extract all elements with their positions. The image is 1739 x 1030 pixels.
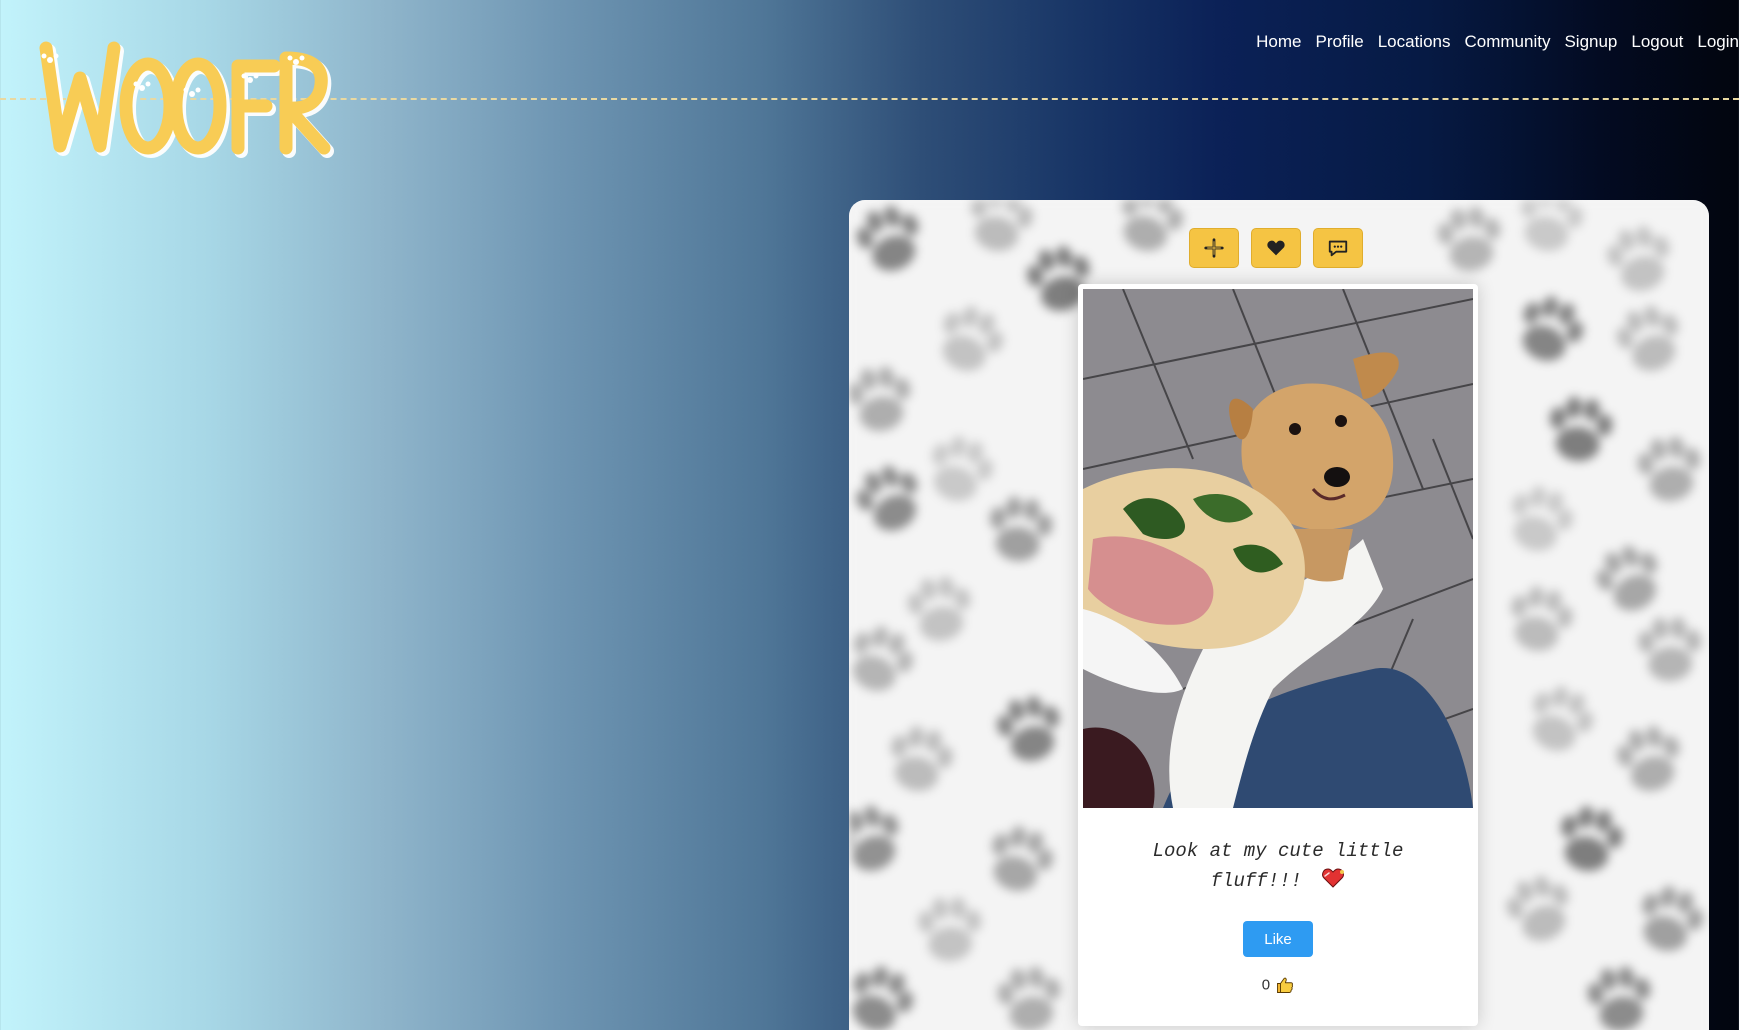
thumbs-up-icon [1277, 977, 1294, 993]
nav-logout[interactable]: Logout [1631, 32, 1683, 52]
nav-community[interactable]: Community [1464, 32, 1550, 52]
feed-panel: Look at my cute little fluff!!! Like 0 [849, 200, 1709, 1030]
comment-icon [1328, 240, 1348, 257]
post-toolbar [849, 228, 1706, 268]
caption-line-1: Look at my cute little [1152, 840, 1404, 862]
post-card: Look at my cute little fluff!!! Like 0 [1078, 284, 1478, 1026]
nav-home[interactable]: Home [1256, 32, 1301, 52]
nav-locations[interactable]: Locations [1378, 32, 1451, 52]
plus-icon [1204, 238, 1224, 258]
nav-login[interactable]: Login [1697, 32, 1739, 52]
nav-profile[interactable]: Profile [1316, 32, 1364, 52]
woofr-logo[interactable] [38, 18, 358, 168]
caption-line-2: fluff!!! [1210, 870, 1302, 892]
post-photo[interactable] [1083, 289, 1473, 808]
like-count: 0 [1261, 976, 1271, 994]
heart-icon [1267, 240, 1285, 256]
favorites-button[interactable] [1251, 228, 1301, 268]
main-nav: Home Profile Locations Community Signup … [1256, 32, 1739, 52]
nav-signup[interactable]: Signup [1564, 32, 1617, 52]
post-caption: Look at my cute little fluff!!! [1098, 836, 1458, 896]
dog-photo [1083, 289, 1473, 808]
logo-image [39, 41, 334, 158]
like-button[interactable]: Like [1243, 921, 1313, 957]
heart-emoji [1322, 868, 1345, 888]
like-count-row: 0 [1078, 976, 1478, 994]
comments-button[interactable] [1313, 228, 1363, 268]
add-post-button[interactable] [1189, 228, 1239, 268]
